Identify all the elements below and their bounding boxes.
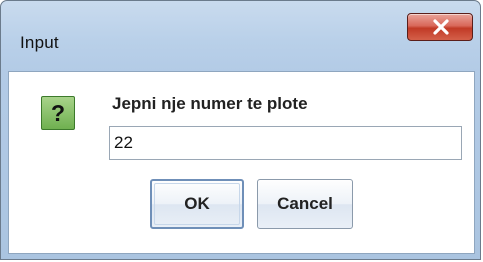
dialog-title: Input: [20, 33, 59, 52]
number-input[interactable]: [109, 126, 462, 160]
close-button[interactable]: [407, 13, 473, 41]
ok-button-label: OK: [154, 183, 240, 225]
input-dialog-window: Input ? Jepni nje numer te plote OK Canc…: [0, 0, 481, 260]
ok-button[interactable]: OK: [150, 179, 244, 229]
dialog-content: ? Jepni nje numer te plote OK Cancel: [8, 71, 475, 254]
title-bar[interactable]: Input: [1, 1, 480, 71]
close-icon: [433, 19, 449, 35]
question-icon: ?: [41, 96, 75, 130]
cancel-button[interactable]: Cancel: [257, 179, 353, 229]
question-symbol: ?: [50, 100, 66, 126]
prompt-label: Jepni nje numer te plote: [112, 94, 308, 113]
